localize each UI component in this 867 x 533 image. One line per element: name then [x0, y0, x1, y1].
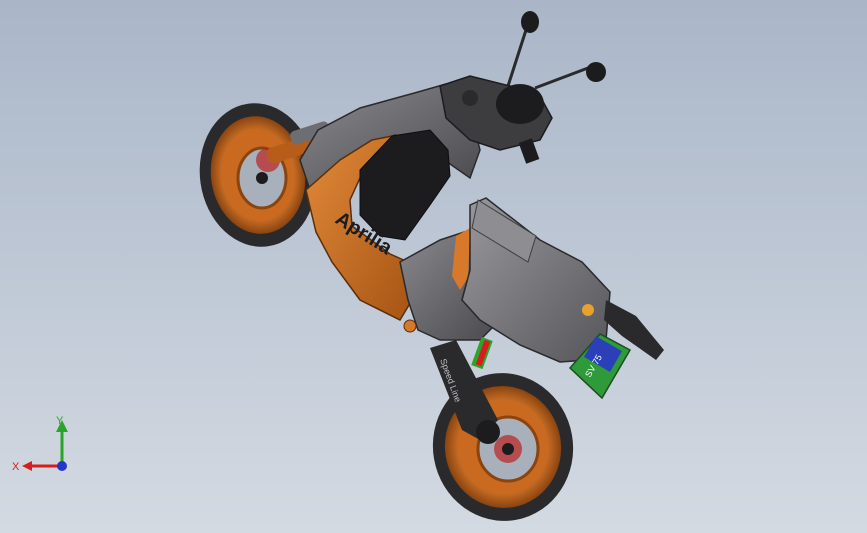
frame-bolt — [403, 319, 417, 333]
rear-shock — [471, 336, 493, 370]
scooter-model[interactable]: Speed Line SV 75 Aprilia — [0, 0, 867, 533]
mirror-right — [534, 62, 606, 90]
z-axis-dot — [57, 461, 67, 471]
3d-viewport[interactable]: Speed Line SV 75 Aprilia Y X — [0, 0, 867, 533]
mirror-left — [506, 11, 539, 87]
orientation-triad[interactable]: Y X — [10, 410, 80, 480]
y-axis-label: Y — [56, 415, 64, 427]
x-axis-label: X — [12, 461, 20, 473]
x-axis-arrow — [22, 461, 32, 471]
tail-light — [582, 304, 594, 316]
